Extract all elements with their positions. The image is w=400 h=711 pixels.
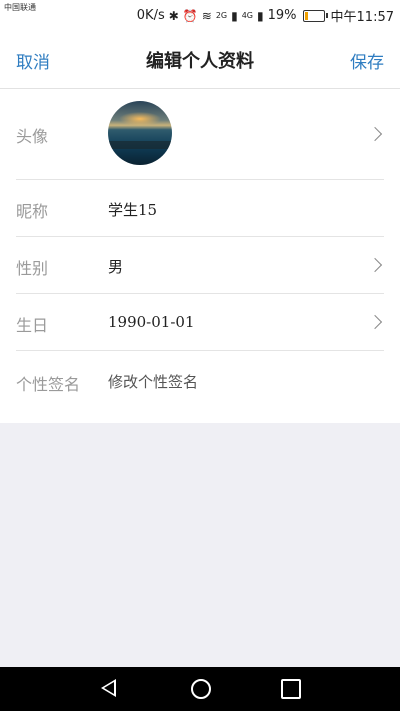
signature-row[interactable]: 个性签名 修改个性签名 [16,351,384,423]
chevron-right-icon [367,126,383,142]
recent-apps-icon[interactable] [281,679,301,699]
nav-header: 取消 编辑个人资料 保存 [0,30,400,89]
signature-input[interactable]: 修改个性签名 [108,371,198,392]
clock: 中午11:57 [330,10,394,25]
battery-icon [302,9,328,22]
back-icon[interactable] [101,679,116,697]
gender-value: 男 [108,258,124,276]
birthday-value: 1990-01-01 [108,313,195,331]
battery-percent: 19% [267,8,297,23]
status-indicators: 0K/s ✱ ⏰ ≋ 2G ▮ 4G ▮ 19% 中午11:57 [137,6,394,25]
nickname-row[interactable]: 昵称 学生15 [16,180,384,237]
chevron-right-icon [367,314,383,330]
bluetooth-icon: ✱ [168,8,179,23]
avatar-row[interactable]: 头像 [16,89,384,180]
signal-4g: 4G [241,11,254,20]
network-speed: 0K/s [136,8,165,23]
wifi-icon: ≋ [201,8,212,23]
signal-2g: 2G [215,11,228,20]
birthday-row[interactable]: 生日 1990-01-01 [16,294,384,351]
home-icon[interactable] [191,679,211,699]
nickname-label: 昵称 [16,202,49,221]
gender-row[interactable]: 性别 男 [16,237,384,294]
gender-label: 性别 [16,259,49,278]
signal-icon: ▮ [231,8,238,23]
signal-icon-2: ▮ [257,8,264,23]
save-button[interactable]: 保存 [350,48,384,73]
page-title: 编辑个人资料 [146,51,254,72]
nickname-value[interactable]: 学生15 [108,199,157,220]
chevron-right-icon [367,257,383,273]
system-nav-bar [0,667,400,711]
signature-label: 个性签名 [16,375,81,394]
status-bar: 中国联通 0K/s ✱ ⏰ ≋ 2G ▮ 4G ▮ 19% 中午11:57 [0,0,400,30]
birthday-label: 生日 [16,316,49,335]
avatar-label: 头像 [16,127,49,146]
carrier-name: 中国联通 [4,3,36,12]
alarm-icon: ⏰ [182,8,198,23]
avatar[interactable] [108,101,172,165]
profile-form: 头像 昵称 学生15 性别 男 生日 1990-01-01 个性签名 修改个性签… [0,89,400,423]
carrier-info: 中国联通 [4,3,36,13]
battery-fill [304,11,308,20]
